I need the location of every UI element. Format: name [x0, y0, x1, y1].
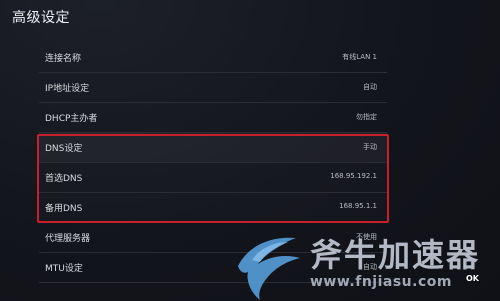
row-value: 168.95.192.1: [330, 172, 377, 180]
row-label: IP地址设定: [45, 84, 90, 94]
row-dns-setting[interactable]: DNS设定 手动: [39, 133, 387, 163]
watermark-bird-logo-icon: [238, 237, 300, 300]
watermark-title: 斧牛加速器: [310, 236, 481, 274]
row-ip-address-setting[interactable]: IP地址设定 自动: [39, 73, 387, 103]
row-value: 手动: [363, 143, 377, 151]
watermark: 斧牛加速器 www.fnjiasu.com: [230, 226, 500, 301]
row-connection-name[interactable]: 连接名称 有线LAN 1: [39, 43, 387, 73]
advanced-settings-screen: 高级设定 连接名称 有线LAN 1 IP地址设定 自动 DHCP主办者 勿指定 …: [0, 0, 500, 301]
row-label: 连接名称: [45, 54, 82, 64]
row-primary-dns[interactable]: 首选DNS 168.95.192.1: [39, 163, 387, 193]
page-title: 高级设定: [12, 10, 70, 26]
row-value: 168.95.1.1: [339, 202, 377, 210]
row-label: 备用DNS: [45, 204, 83, 214]
row-value: 勿指定: [356, 113, 377, 121]
row-label: DNS设定: [45, 144, 83, 154]
watermark-url: www.fnjiasu.com: [310, 274, 452, 290]
row-secondary-dns[interactable]: 备用DNS 168.95.1.1: [39, 193, 387, 223]
row-label: 首选DNS: [45, 174, 83, 184]
row-label: MTU设定: [45, 264, 83, 274]
row-value: 有线LAN 1: [342, 53, 377, 61]
row-label: DHCP主办者: [45, 114, 98, 124]
row-value: 自动: [363, 83, 377, 91]
ok-button-hint[interactable]: OK: [466, 274, 479, 283]
row-dhcp-host[interactable]: DHCP主办者 勿指定: [39, 103, 387, 133]
row-label: 代理服务器: [45, 234, 91, 244]
